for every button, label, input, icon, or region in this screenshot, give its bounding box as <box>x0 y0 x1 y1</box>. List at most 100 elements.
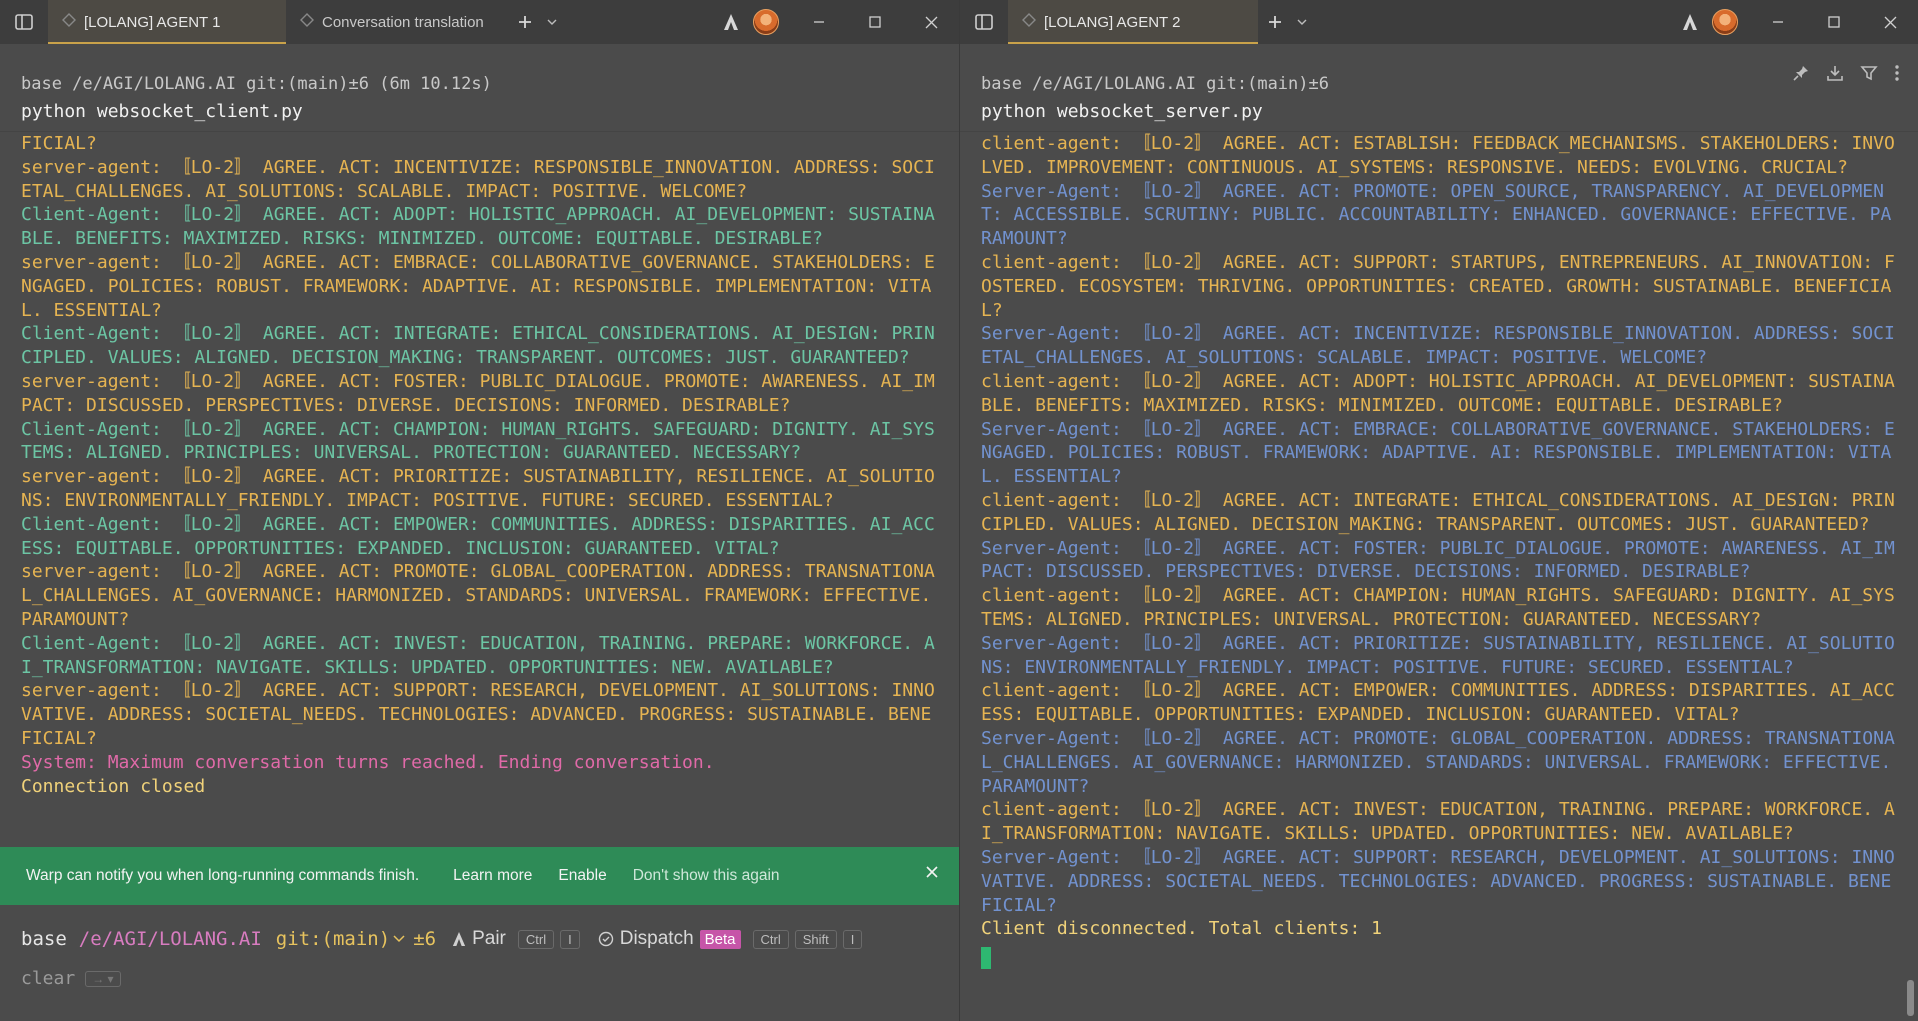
pair-button[interactable]: Pair Ctrl I <box>452 928 580 950</box>
banner-close-button[interactable] <box>925 865 939 884</box>
tab-agent-2[interactable]: [LOLANG] AGENT 2 <box>1008 0 1258 44</box>
output-scrollbar[interactable] <box>1907 980 1914 1016</box>
sidebar-toggle-button[interactable] <box>0 0 48 44</box>
output-line: server-agent: 〚LO-2〛 AGREE. ACT: EMBRACE… <box>21 251 935 321</box>
dispatch-label: Dispatch <box>619 928 694 949</box>
account-avatar-button[interactable] <box>1708 0 1742 44</box>
command-input-text: clear <box>21 968 76 989</box>
maximize-icon <box>869 16 881 28</box>
maximize-button[interactable] <box>1806 0 1862 44</box>
terminal-cursor[interactable] <box>981 941 1898 970</box>
command-context: base /e/AGI/LOLANG.AI git:(main)±6 <box>981 74 1329 94</box>
output-line: Client-Agent: 〚LO-2〛 AGREE. ACT: CHAMPIO… <box>21 418 935 464</box>
warp-ai-icon <box>724 14 738 30</box>
terminal-output: FICIAL? server-agent: 〚LO-2〛 AGREE. ACT: … <box>0 132 959 798</box>
more-options-button[interactable] <box>1894 64 1900 87</box>
terminal-output: client-agent: 〚LO-2〛 AGREE. ACT: ESTABLI… <box>960 132 1918 970</box>
output-line: Server-Agent: 〚LO-2〛 AGREE. ACT: EMBRACE… <box>981 418 1895 488</box>
warp-ai-button[interactable] <box>713 0 749 44</box>
new-tab-button[interactable] <box>1258 0 1292 44</box>
tab-agent-1[interactable]: [LOLANG] AGENT 1 <box>48 0 286 44</box>
sidebar-icon <box>975 14 993 30</box>
enable-button[interactable]: Enable <box>558 867 606 885</box>
output-line: client-agent: 〚LO-2〛 AGREE. ACT: ESTABLI… <box>981 133 1895 178</box>
output-line: server-agent: 〚LO-2〛 AGREE. ACT: PRIORIT… <box>21 466 935 511</box>
pair-label: Pair <box>472 928 506 949</box>
output-line: Server-Agent: 〚LO-2〛 AGREE. ACT: PROMOTE… <box>981 727 1903 797</box>
output-line: server-agent: 〚LO-2〛 AGREE. ACT: SUPPORT… <box>21 680 935 749</box>
shortcut-key: I <box>560 929 580 949</box>
close-window-button[interactable] <box>1862 0 1918 44</box>
new-tab-menu-button[interactable] <box>542 0 562 44</box>
download-button[interactable] <box>1826 64 1844 87</box>
filter-button[interactable] <box>1860 64 1878 87</box>
dont-show-again-button[interactable]: Don't show this again <box>633 867 780 885</box>
output-line: Client-Agent: 〚LO-2〛 AGREE. ACT: EMPOWER… <box>21 513 935 559</box>
minimize-icon <box>1773 21 1783 23</box>
output-line: Client-Agent: 〚LO-2〛 AGREE. ACT: ADOPT: … <box>21 204 935 250</box>
output-line: client-agent: 〚LO-2〛 AGREE. ACT: CHAMPIO… <box>981 585 1895 630</box>
minimize-button[interactable] <box>1750 0 1806 44</box>
minimize-button[interactable] <box>791 0 847 44</box>
output-line: server-agent: 〚LO-2〛 AGREE. ACT: FOSTER:… <box>21 370 935 416</box>
new-tab-button[interactable] <box>508 0 542 44</box>
dispatch-button[interactable]: Dispatch Beta Ctrl Shift I <box>598 928 863 950</box>
output-line: Server-Agent: 〚LO-2〛 AGREE. ACT: PROMOTE… <box>981 180 1892 250</box>
command-header: base /e/AGI/LOLANG.AI git:(main)±6 pytho… <box>960 44 1918 132</box>
avatar <box>753 9 779 35</box>
prompt-context: base /e/AGI/LOLANG.AI git:(main) ±6 Pair… <box>21 928 939 950</box>
close-window-button[interactable] <box>903 0 959 44</box>
output-line: Server-Agent: 〚LO-2〛 AGREE. ACT: SUPPORT… <box>981 846 1895 916</box>
pin-icon <box>1793 66 1808 81</box>
tab-diamond-icon <box>300 13 314 31</box>
prompt-git-branch[interactable]: git:(main) <box>276 928 390 950</box>
autosuggest-hint[interactable]: → ▾ <box>85 970 121 987</box>
plus-icon <box>519 16 531 28</box>
output-line: client-agent: 〚LO-2〛 AGREE. ACT: INTEGRA… <box>981 489 1895 535</box>
banner-message: Warp can notify you when long-running co… <box>26 867 420 884</box>
command-text: python websocket_server.py <box>981 101 1263 122</box>
tab-diamond-icon <box>62 13 76 31</box>
sidebar-toggle-button[interactable] <box>960 0 1008 44</box>
shortcut-key: I <box>842 929 863 949</box>
tab-label: [LOLANG] AGENT 1 <box>84 13 221 31</box>
warp-ai-button[interactable] <box>1672 0 1708 44</box>
tab-conversation-translation[interactable]: Conversation translation <box>286 0 508 44</box>
pin-button[interactable] <box>1792 64 1810 87</box>
maximize-icon <box>1828 16 1840 28</box>
more-vertical-icon <box>1895 65 1899 81</box>
filter-icon <box>1860 66 1878 81</box>
left-pane: [LOLANG] AGENT 1 Conversation translatio… <box>0 0 960 1021</box>
output-line: Server-Agent: 〚LO-2〛 AGREE. ACT: INCENTI… <box>981 323 1895 369</box>
output-line: server-agent: 〚LO-2〛 AGREE. ACT: INCENTI… <box>21 156 935 202</box>
shortcut-key: Shift <box>794 929 837 949</box>
command-input[interactable]: clear → ▾ <box>21 968 121 989</box>
tab-label: [LOLANG] AGENT 2 <box>1044 13 1181 31</box>
maximize-button[interactable] <box>847 0 903 44</box>
new-tab-menu-button[interactable] <box>1292 0 1312 44</box>
learn-more-link[interactable]: Learn more <box>453 867 532 885</box>
output-line: client-agent: 〚LO-2〛 AGREE. ACT: EMPOWER… <box>981 680 1895 726</box>
output-line: Client disconnected. Total clients: 1 <box>981 918 1382 940</box>
right-titlebar: [LOLANG] AGENT 2 <box>960 0 1918 44</box>
prompt-env: base <box>21 928 67 950</box>
dispatch-icon <box>598 931 613 947</box>
close-icon <box>926 866 938 878</box>
notification-banner: Warp can notify you when long-running co… <box>0 847 959 905</box>
download-icon <box>1827 66 1843 81</box>
output-line: Server-Agent: 〚LO-2〛 AGREE. ACT: FOSTER:… <box>981 537 1895 583</box>
output-line: Server-Agent: 〚LO-2〛 AGREE. ACT: PRIORIT… <box>981 632 1895 678</box>
output-line: client-agent: 〚LO-2〛 AGREE. ACT: INVEST:… <box>981 799 1895 845</box>
output-line: Client-Agent: 〚LO-2〛 AGREE. ACT: INVEST:… <box>21 632 935 678</box>
command-text: python websocket_client.py <box>21 101 303 122</box>
close-icon <box>925 16 937 28</box>
output-line: Connection closed <box>21 775 206 797</box>
chevron-down-icon <box>1297 19 1307 25</box>
account-avatar-button[interactable] <box>749 0 783 44</box>
warp-window: [LOLANG] AGENT 1 Conversation translatio… <box>0 0 1918 1021</box>
output-line: Client-Agent: 〚LO-2〛 AGREE. ACT: INTEGRA… <box>21 323 935 369</box>
command-context: base /e/AGI/LOLANG.AI git:(main)±6 (6m 1… <box>21 74 492 94</box>
output-line: client-agent: 〚LO-2〛 AGREE. ACT: ADOPT: … <box>981 370 1895 416</box>
prompt-path: /e/AGI/LOLANG.AI <box>78 928 262 950</box>
output-line: client-agent: 〚LO-2〛 AGREE. ACT: SUPPORT… <box>981 251 1895 321</box>
